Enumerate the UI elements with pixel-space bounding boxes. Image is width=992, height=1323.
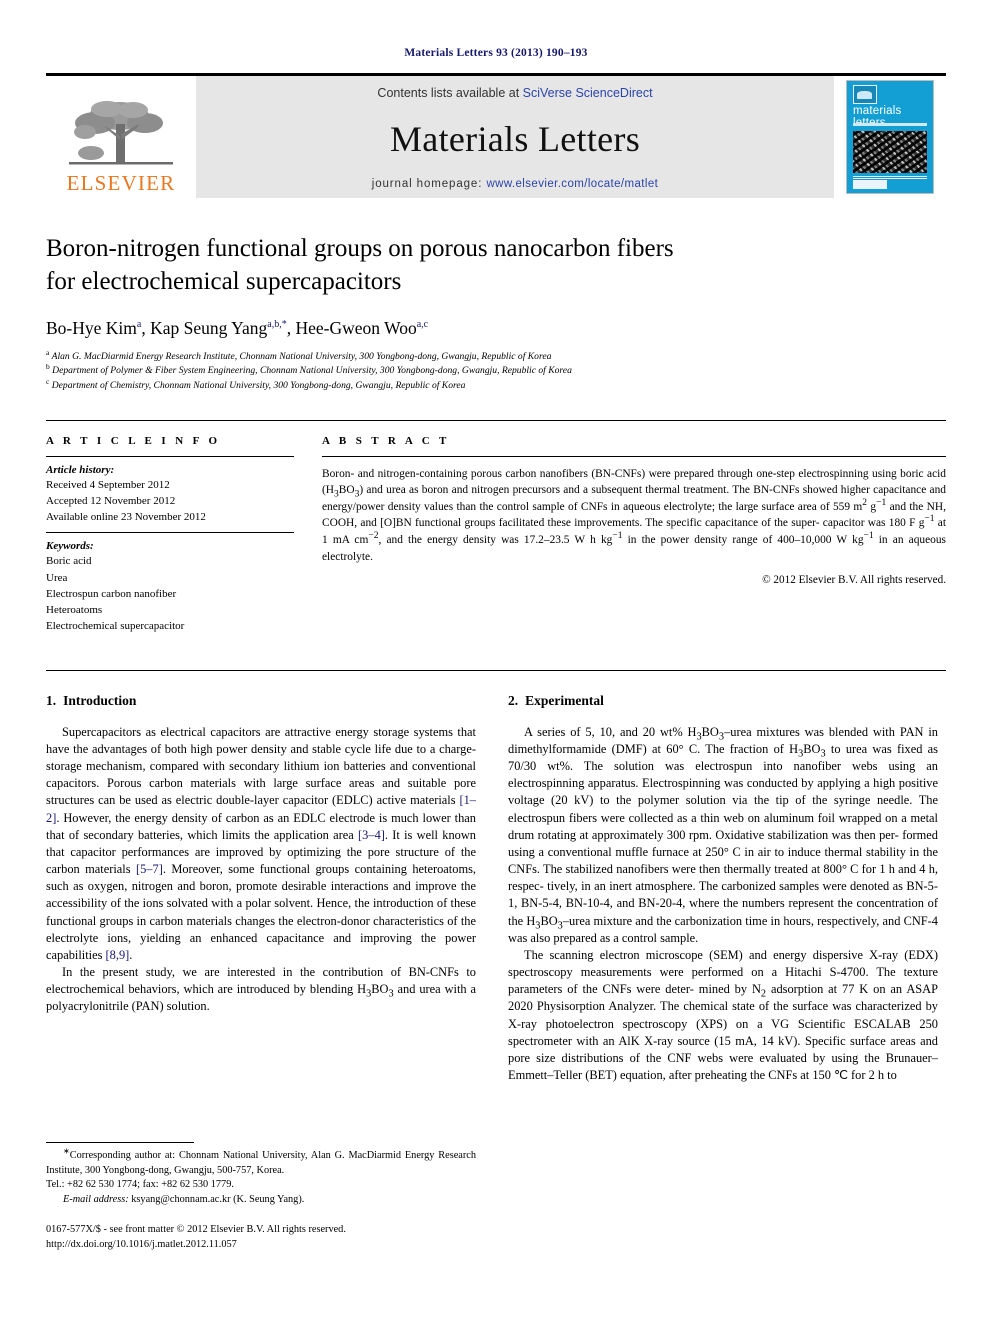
corresponding-author-text: Corresponding author at: Chonnam Nationa… xyxy=(46,1150,476,1176)
section-label: Introduction xyxy=(63,692,137,708)
citation-link[interactable]: [1–2] xyxy=(46,793,476,824)
abstract-copyright: © 2012 Elsevier B.V. All rights reserved… xyxy=(762,574,946,587)
paper-page: Materials Letters 93 (2013) 190–193 ELSE… xyxy=(0,0,992,1323)
imprint-block: 0167-577X/$ - see front matter © 2012 El… xyxy=(46,1223,476,1253)
contact-phone-note: Tel.: +82 62 530 1774; fax: +82 62 530 1… xyxy=(46,1179,234,1191)
history-available-online: Available online 23 November 2012 xyxy=(46,511,206,524)
affiliation-text: Alan G. MacDiarmid Energy Research Insti… xyxy=(51,350,552,362)
article-title-line-2: for electrochemical supercapacitors xyxy=(46,268,402,296)
sciencedirect-link[interactable]: SciVerse ScienceDirect xyxy=(523,86,653,100)
contents-prefix: Contents lists available at xyxy=(377,86,523,100)
email-label: E-mail address: xyxy=(63,1194,129,1206)
article-title: Boron-nitrogen functional groups on poro… xyxy=(46,232,946,299)
author-name[interactable]: Kap Seung Yang xyxy=(150,318,267,338)
section-heading-experimental: 2. Experimental xyxy=(508,693,938,709)
contents-available-line: Contents lists available at SciVerse Sci… xyxy=(377,86,652,100)
corresponding-author-note: ∗Corresponding author at: Chonnam Nation… xyxy=(46,1146,476,1178)
cover-divider xyxy=(853,123,927,126)
elsevier-wordmark: ELSEVIER xyxy=(66,171,176,195)
affiliation-mark: a xyxy=(46,347,50,357)
body-columns: 1. Introduction Supercapacitors as electr… xyxy=(46,669,946,1085)
doi-link[interactable]: http://dx.doi.org/10.1016/j.matlet.2012.… xyxy=(46,1238,476,1253)
journal-title: Materials Letters xyxy=(390,119,640,159)
experimental-paragraph-1: A series of 5, 10, and 20 wt% H3BO3–urea… xyxy=(508,724,939,945)
abstract-rule xyxy=(322,455,946,457)
body-column-left: 1. Introduction Supercapacitors as electr… xyxy=(46,693,476,1085)
keyword-item: Electrochemical supercapacitor xyxy=(46,620,185,633)
issn-front-matter-line: 0167-577X/$ - see front matter © 2012 El… xyxy=(46,1223,346,1235)
email-note: E-mail address: ksyang@chonnam.ac.kr (K.… xyxy=(46,1193,476,1208)
journal-cover-thumbnail: materials letters xyxy=(847,81,933,193)
affiliation-item: c Department of Chemistry, Chonnam Natio… xyxy=(46,376,946,394)
affiliation-text: Department of Polymer & Fiber System Eng… xyxy=(52,365,572,377)
abstract-text: Boron- and nitrogen-containing porous ca… xyxy=(322,467,947,563)
homepage-url-link[interactable]: www.elsevier.com/locate/matlet xyxy=(486,178,658,190)
intro-paragraph-2: In the present study, we are interested … xyxy=(46,965,476,1014)
author-affil-marks: a xyxy=(136,318,142,330)
title-block: Boron-nitrogen functional groups on poro… xyxy=(46,232,946,394)
citation-link[interactable]: [3–4] xyxy=(358,828,385,842)
elsevier-tree-icon xyxy=(69,101,173,165)
info-abstract-band: A R T I C L E I N F O Article history: R… xyxy=(46,419,946,642)
experimental-paragraph-2: The scanning electron microscope (SEM) a… xyxy=(508,947,938,1083)
journal-masthead: ELSEVIER Contents lists available at Sci… xyxy=(46,73,946,198)
footnote-block: ∗Corresponding author at: Chonnam Nation… xyxy=(46,1142,476,1253)
asterisk-mark: ∗ xyxy=(63,1146,70,1156)
history-received: Received 4 September 2012 xyxy=(46,478,170,491)
citation-link[interactable]: [8,9] xyxy=(106,948,130,962)
keyword-item: Electrospun carbon nanofiber xyxy=(46,587,177,600)
author-name[interactable]: Hee-Gweon Woo xyxy=(295,318,416,338)
affiliation-mark: c xyxy=(46,376,50,386)
section-number: 2. xyxy=(508,692,519,708)
article-info-column: A R T I C L E I N F O Article history: R… xyxy=(46,435,316,642)
keywords-group: Keywords: Boric acid Urea Electrospun ca… xyxy=(46,533,294,641)
affiliation-item: b Department of Polymer & Fiber System E… xyxy=(46,361,946,379)
section-heading-introduction: 1. Introduction xyxy=(46,693,476,709)
running-head: Materials Letters 93 (2013) 190–193 xyxy=(404,47,588,59)
elsevier-logo: ELSEVIER xyxy=(46,76,196,198)
section-number: 1. xyxy=(46,692,57,708)
keyword-item: Boric acid xyxy=(46,555,92,568)
masthead-center: Contents lists available at SciVerse Sci… xyxy=(196,76,834,198)
author-affil-marks: a,c xyxy=(416,318,429,330)
intro-paragraph-1: Supercapacitors as electrical capacitors… xyxy=(46,724,477,962)
abstract-heading: A B S T R A C T xyxy=(322,434,450,447)
keyword-item: Urea xyxy=(46,571,68,584)
article-title-line-1: Boron-nitrogen functional groups on poro… xyxy=(46,235,674,262)
keyword-item: Heteroatoms xyxy=(46,604,103,617)
affiliation-text: Department of Chemistry, Chonnam Nationa… xyxy=(51,379,466,391)
keywords-label: Keywords: xyxy=(46,540,94,553)
journal-homepage-line: journal homepage: www.elsevier.com/locat… xyxy=(372,178,658,190)
affiliation-list: a Alan G. MacDiarmid Energy Research Ins… xyxy=(46,347,946,394)
email-address-link[interactable]: ksyang@chonnam.ac.kr (K. Seung Yang). xyxy=(131,1194,304,1205)
homepage-prefix: journal homepage: xyxy=(371,178,487,190)
article-history-label: Article history: xyxy=(46,463,115,476)
history-accepted: Accepted 12 November 2012 xyxy=(46,494,176,507)
abstract-column: A B S T R A C T Boron- and nitrogen-cont… xyxy=(316,435,946,642)
body-column-right: 2. Experimental A series of 5, 10, and 20… xyxy=(508,693,938,1085)
cover-micrograph-image xyxy=(853,131,927,173)
citation-link[interactable]: [5–7] xyxy=(136,862,163,876)
author-list: Bo-Hye Kima, Kap Seung Yanga,b,*, Hee-Gw… xyxy=(46,317,429,338)
section-label: Experimental xyxy=(525,692,604,708)
author-name[interactable]: Bo-Hye Kim xyxy=(46,318,137,338)
cover-elsevier-icon xyxy=(853,85,877,104)
journal-cover-container: materials letters xyxy=(834,76,946,198)
affiliation-mark: b xyxy=(46,361,50,371)
author-affil-marks: a,b,* xyxy=(267,318,287,330)
article-history-group: Article history: Received 4 September 20… xyxy=(46,457,294,534)
article-info-heading: A R T I C L E I N F O xyxy=(46,434,221,447)
footnote-rule xyxy=(46,1142,194,1143)
affiliation-item: a Alan G. MacDiarmid Energy Research Ins… xyxy=(46,347,946,365)
cover-footer-badge xyxy=(853,180,887,189)
